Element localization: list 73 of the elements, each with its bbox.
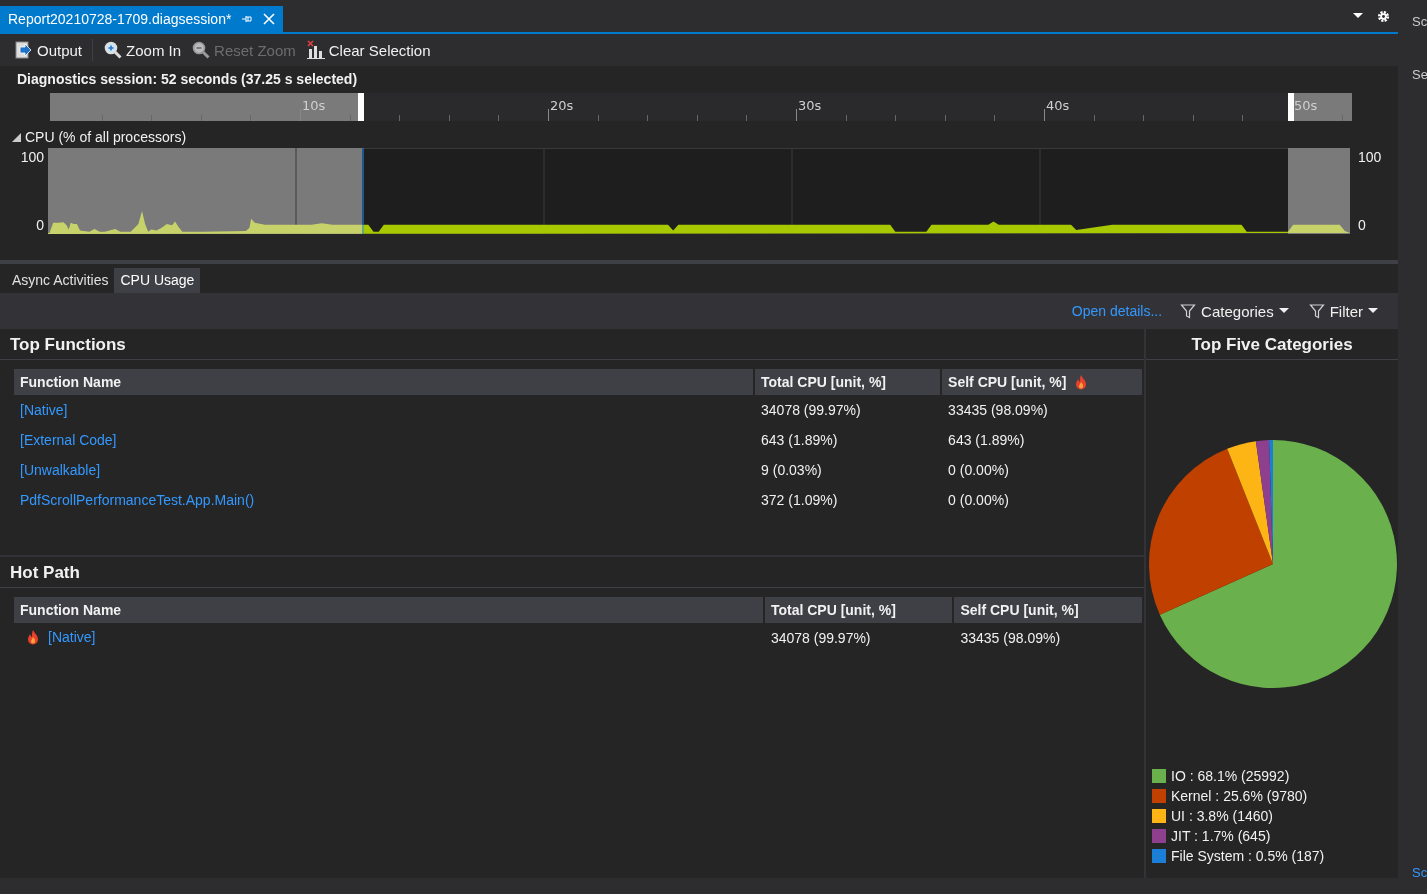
flame-icon [1074,374,1089,390]
time-tick-label: 50s [1294,98,1318,113]
legend-label: IO : 68.1% (25992) [1171,768,1290,784]
pie-slice[interactable] [1227,441,1273,564]
zoom-in-button[interactable]: Zoom In [99,37,186,63]
cpu-usage-graph[interactable] [48,148,1350,234]
legend-label: JIT : 1.7% (645) [1171,828,1271,844]
legend-label: File System : 0.5% (187) [1171,848,1325,864]
time-tick-label: 40s [1046,98,1070,113]
table-cell-text: 643 (1.89%) [760,431,839,450]
column-header[interactable]: Function Name [14,597,763,623]
table-cell-text: 34078 (99.97%) [760,401,862,420]
function-link[interactable]: [Native] [26,628,96,645]
panel-link[interactable]: Sc [1408,865,1427,880]
axis-label: 0 [36,216,44,234]
zoom-in-icon [103,40,124,60]
table-cell-text: 34078 (99.97%) [769,629,872,648]
column-header[interactable]: Function Name [14,369,754,395]
pie-slice[interactable] [1159,440,1397,688]
table-cell-text: 33435 (98.09%) [947,401,1049,420]
time-tick-label: 20s [550,98,574,113]
output-icon [14,40,34,60]
filter-icon [1180,303,1197,319]
graph-title: CPU (% of all processors) [25,129,187,145]
table-cell-text: 0 (0.00%) [947,461,1010,480]
table-cell-text: 643 (1.89%) [947,431,1026,450]
pin-icon[interactable] [241,13,254,25]
function-link[interactable]: [External Code] [20,432,117,448]
column-header[interactable]: Total CPU [unit, %] [755,369,941,395]
function-link[interactable]: [Unwalkable] [20,462,101,478]
document-tab[interactable]: Report20210728-1709.diagsession* [0,6,284,32]
clear-selection-button[interactable]: Clear Selection [301,37,435,63]
table-cell-text: 372 (1.09%) [760,491,839,510]
axis-label: 100 [1358,148,1382,166]
output-button[interactable]: Output [10,37,87,63]
table-cell-text: 9 (0.03%) [760,461,823,480]
filter-icon [1308,303,1325,319]
caret-icon [1278,308,1289,314]
table-cell-text: 0 (0.00%) [947,491,1010,510]
open-details-link[interactable]: Open details... [1071,303,1163,319]
axis-label: 0 [1358,216,1366,234]
panel-label: Se [1411,67,1427,82]
legend-label: UI : 3.8% (1460) [1171,808,1273,824]
pie-slice[interactable] [1149,448,1273,615]
selection-handle[interactable] [1288,93,1294,121]
function-link[interactable]: [Native] [20,402,68,418]
legend-label: Kernel : 25.6% (9780) [1171,788,1308,804]
column-header[interactable]: Total CPU [unit, %] [764,597,953,623]
settings-icon[interactable] [1377,9,1390,23]
caret-icon [1368,308,1378,314]
zoom-out-icon [191,40,212,60]
table-cell-text: 33435 (98.09%) [959,629,1062,648]
section-title: Top Functions [0,329,1144,360]
view-tab[interactable]: Async Activities [6,268,115,293]
time-tick-label: 30s [798,98,822,113]
function-link[interactable]: PdfScrollPerformanceTest.App.Main() [20,492,255,508]
collapse-icon[interactable] [12,132,21,142]
clear-chart-icon [305,40,326,60]
filter-dropdown[interactable]: Categories [1178,302,1291,320]
time-ruler[interactable]: 10s 20s 30s 40s 50s [0,93,1398,121]
session-summary: Diagnostics session: 52 seconds (37.25 s selected) [17,71,358,87]
view-tab[interactable]: CPU Usage [114,268,201,293]
column-header[interactable]: Self CPU [unit, %] [954,597,1142,623]
section-title: Hot Path [0,557,1144,588]
selection-handle[interactable] [358,93,364,121]
filter-dropdown[interactable]: Filter [1306,302,1380,320]
close-icon[interactable] [263,13,276,25]
pie-slice[interactable] [1255,440,1273,564]
dropdown-icon[interactable] [1353,13,1363,19]
axis-label: 100 [20,148,44,166]
panel-label: Sc [1411,14,1427,29]
time-tick-label: 10s [302,98,326,113]
column-header[interactable]: Self CPU [unit, %] [942,369,1142,395]
